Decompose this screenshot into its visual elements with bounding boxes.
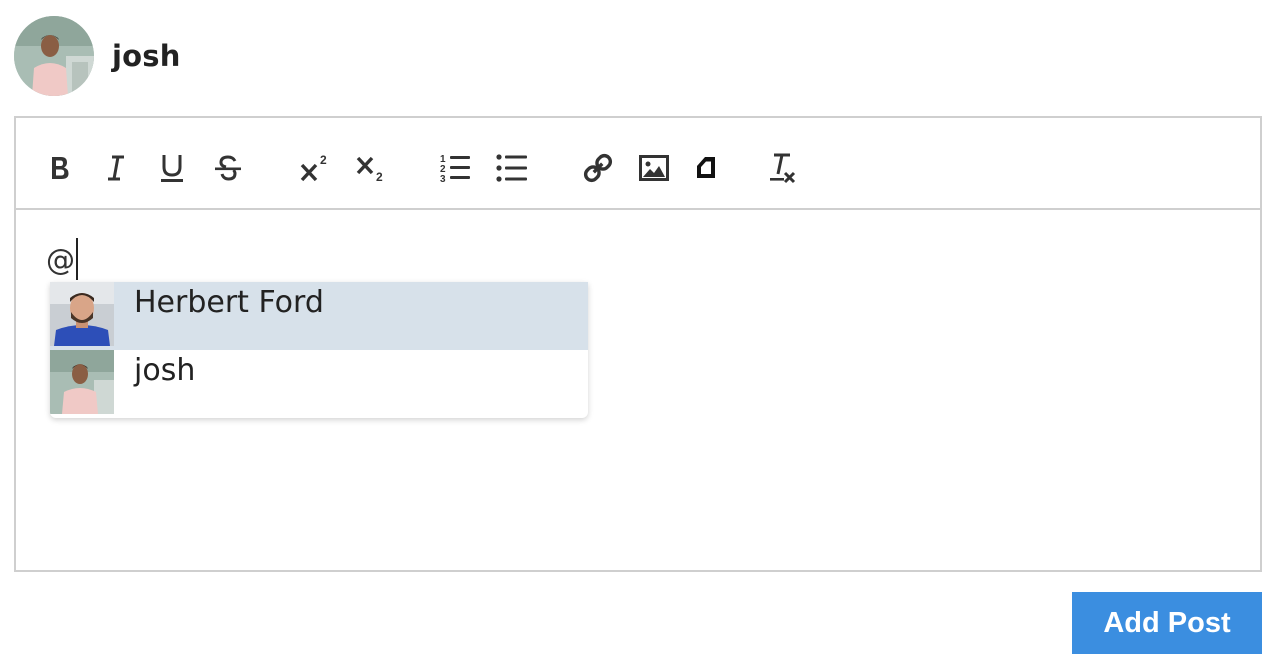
video-icon (697, 157, 715, 178)
underline-icon (161, 155, 183, 182)
author-name: josh (112, 39, 181, 73)
superscript-button[interactable]: 2 (294, 148, 338, 188)
svg-text:3: 3 (440, 174, 446, 184)
subscript-button[interactable]: 2 (350, 148, 394, 188)
italic-icon (108, 155, 124, 181)
post-author-header: josh (14, 16, 181, 96)
mention-name: josh (134, 353, 196, 388)
bold-button[interactable] (40, 148, 80, 188)
ordered-list-button[interactable]: 1 2 3 (436, 148, 476, 188)
editor-content-area[interactable]: @ Herbert Ford josh (16, 210, 1260, 570)
clear-format-icon (770, 153, 796, 184)
mention-avatar (50, 350, 114, 414)
bold-icon (52, 157, 69, 179)
mention-name: Herbert Ford (134, 285, 324, 320)
bullet-list-icon (496, 154, 527, 182)
mention-suggestions-list: Herbert Ford josh (50, 282, 588, 418)
mention-option-herbert-ford[interactable]: Herbert Ford (50, 282, 588, 350)
italic-button[interactable] (96, 148, 136, 188)
svg-text:2: 2 (376, 170, 383, 184)
link-button[interactable] (578, 148, 618, 188)
text-caret (76, 238, 78, 280)
author-avatar (14, 16, 94, 96)
bullet-list-button[interactable] (492, 148, 532, 188)
mention-avatar (50, 282, 114, 346)
image-button[interactable] (634, 148, 674, 188)
strikethrough-button[interactable] (208, 148, 248, 188)
mention-option-josh[interactable]: josh (50, 350, 588, 418)
add-post-button[interactable]: Add Post (1072, 592, 1262, 654)
link-icon (583, 153, 613, 183)
subscript-icon: 2 (356, 156, 383, 184)
editor-toolbar: 2 2 1 2 3 (16, 118, 1260, 210)
user-photo-icon (14, 16, 94, 96)
clear-format-button[interactable] (762, 148, 802, 188)
user-photo-icon (50, 282, 114, 346)
ordered-list-icon: 1 2 3 (440, 154, 470, 184)
strikethrough-icon (215, 155, 241, 181)
video-button[interactable] (686, 148, 726, 188)
svg-text:2: 2 (320, 153, 327, 167)
underline-button[interactable] (152, 148, 192, 188)
rich-text-editor: 2 2 1 2 3 @ Herbert Ford josh (14, 116, 1262, 572)
user-photo-icon (50, 350, 114, 414)
typed-text: @ (46, 243, 75, 277)
superscript-icon: 2 (300, 153, 327, 182)
image-icon (639, 155, 669, 181)
editor-text[interactable]: @ (46, 238, 78, 280)
